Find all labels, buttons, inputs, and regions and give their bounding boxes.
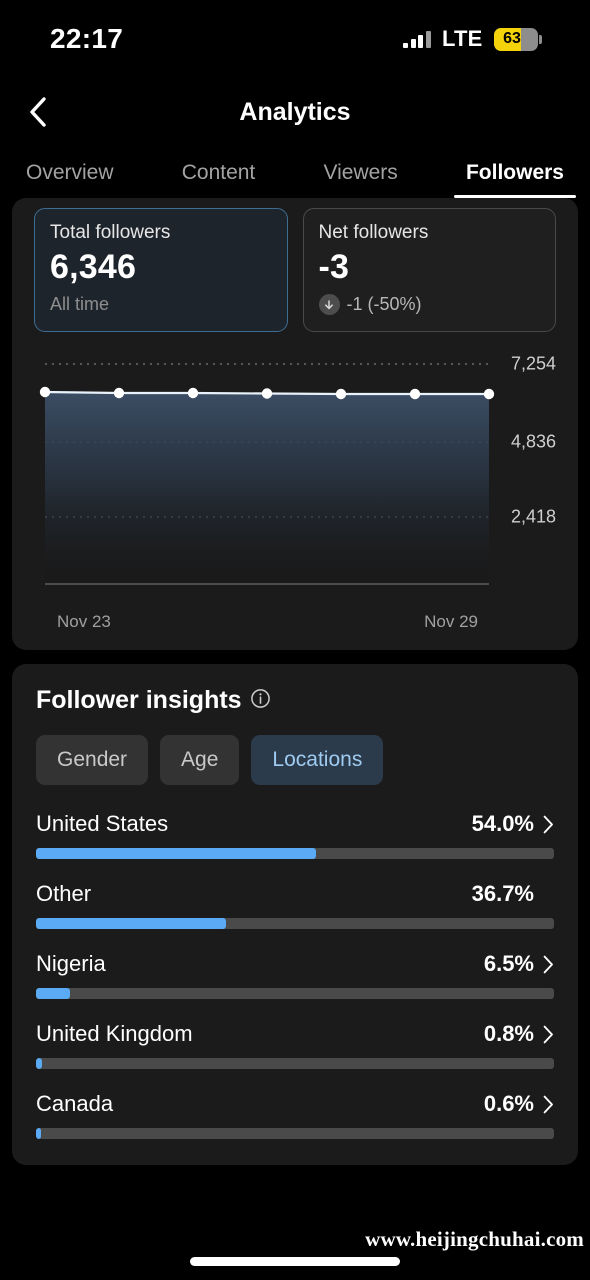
chart-point	[39, 386, 51, 398]
locations-list: United States 54.0% Other 36.7% Nigeria …	[36, 811, 554, 1139]
location-percent: 36.7%	[471, 881, 534, 906]
list-item[interactable]: United States 54.0%	[36, 811, 554, 859]
location-bar-track	[36, 848, 554, 859]
status-indicators: LTE 63	[403, 26, 542, 52]
list-item[interactable]: Canada 0.6%	[36, 1091, 554, 1139]
insight-filter-pills: Gender Age Locations	[36, 735, 554, 785]
phone-screen: 22:17 LTE 63 Analytics Overview Content …	[0, 0, 590, 1280]
chart-point	[261, 388, 273, 399]
stat-subtitle: All time	[50, 294, 110, 314]
chart-point	[187, 387, 199, 399]
location-percent: 0.6%	[483, 1091, 534, 1116]
info-circle-icon[interactable]	[250, 688, 271, 714]
list-item[interactable]: Other 36.7%	[36, 881, 554, 929]
chart-point	[113, 387, 125, 399]
location-bar-fill	[36, 918, 227, 929]
location-bar-track	[36, 1128, 554, 1139]
stat-value: -3	[318, 248, 350, 286]
home-indicator[interactable]	[190, 1257, 400, 1266]
location-bar-track	[36, 988, 554, 999]
stat-cards: Total followers 6,346 All time Net follo…	[12, 198, 578, 332]
location-percent: 0.8%	[483, 1021, 534, 1046]
stat-label: Total followers	[50, 222, 171, 243]
chart-svg	[39, 363, 495, 585]
stat-label: Net followers	[318, 222, 429, 243]
tab-followers[interactable]: Followers	[453, 161, 577, 198]
y-axis-tick-bottom: 2,418	[511, 506, 557, 527]
location-name: United States	[36, 811, 169, 836]
status-clock: 22:17	[50, 23, 124, 54]
watermark: www.heijingchuhai.com	[365, 1227, 584, 1251]
chart-area-fill	[45, 392, 489, 584]
battery-icon: 63	[493, 27, 542, 51]
chevron-right-icon	[543, 1025, 553, 1043]
stat-delta-label: -1 (-50%)	[346, 294, 422, 314]
location-name: Nigeria	[36, 951, 106, 976]
back-button[interactable]	[22, 96, 54, 128]
y-axis-tick-middle: 4,836	[511, 431, 557, 452]
stat-value: 6,346	[50, 248, 137, 286]
location-percent: 54.0%	[471, 811, 534, 836]
cellular-signal-icon	[403, 30, 431, 48]
follower-insights-card: Follower insights Gender Age Locations U…	[12, 664, 578, 1165]
chart-point	[335, 388, 347, 400]
chevron-left-icon	[30, 97, 46, 127]
location-percent: 6.5%	[483, 951, 534, 976]
chevron-right-icon	[543, 815, 553, 833]
tab-overview[interactable]: Overview	[22, 161, 118, 198]
status-bar: 22:17 LTE 63	[0, 0, 590, 78]
location-bar-track	[36, 1058, 554, 1069]
tab-bar: Overview Content Viewers Followers	[0, 146, 590, 198]
pill-age[interactable]: Age	[160, 735, 240, 785]
followers-line-chart[interactable]: 7,254 4,836 2,418	[12, 346, 578, 616]
tab-viewers[interactable]: Viewers	[319, 161, 401, 198]
followers-chart-card: Total followers 6,346 All time Net follo…	[12, 198, 578, 650]
stat-delta: -1 (-50%)	[318, 294, 541, 315]
nav-bar: Analytics	[0, 78, 590, 146]
location-bar-track	[36, 918, 554, 929]
stat-card-net-followers[interactable]: Net followers -3 -1 (-50%)	[302, 208, 556, 332]
chart-point	[409, 388, 421, 400]
y-axis-tick-top: 7,254	[511, 353, 557, 374]
chart-point	[483, 388, 495, 400]
page-title: Analytics	[239, 97, 351, 126]
pill-locations[interactable]: Locations	[251, 735, 384, 785]
insights-header: Follower insights	[36, 686, 554, 715]
battery-percent-label: 63	[503, 30, 521, 47]
location-name: Canada	[36, 1091, 114, 1116]
section-title: Follower insights	[36, 686, 242, 714]
chevron-right-icon	[543, 1095, 553, 1113]
arrow-down-icon	[318, 294, 340, 315]
stat-card-total-followers[interactable]: Total followers 6,346 All time	[34, 208, 288, 332]
network-type-label: LTE	[441, 26, 483, 51]
location-bar-fill	[36, 848, 316, 859]
location-name: United Kingdom	[36, 1021, 193, 1046]
chevron-right-icon	[543, 955, 553, 973]
location-name: Other	[36, 881, 92, 906]
tab-content[interactable]: Content	[178, 161, 260, 198]
location-bar-fill	[36, 1058, 42, 1069]
pill-gender[interactable]: Gender	[36, 735, 149, 785]
location-bar-fill	[36, 1128, 42, 1139]
list-item[interactable]: Nigeria 6.5%	[36, 951, 554, 999]
location-bar-fill	[36, 988, 70, 999]
list-item[interactable]: United Kingdom 0.8%	[36, 1021, 554, 1069]
